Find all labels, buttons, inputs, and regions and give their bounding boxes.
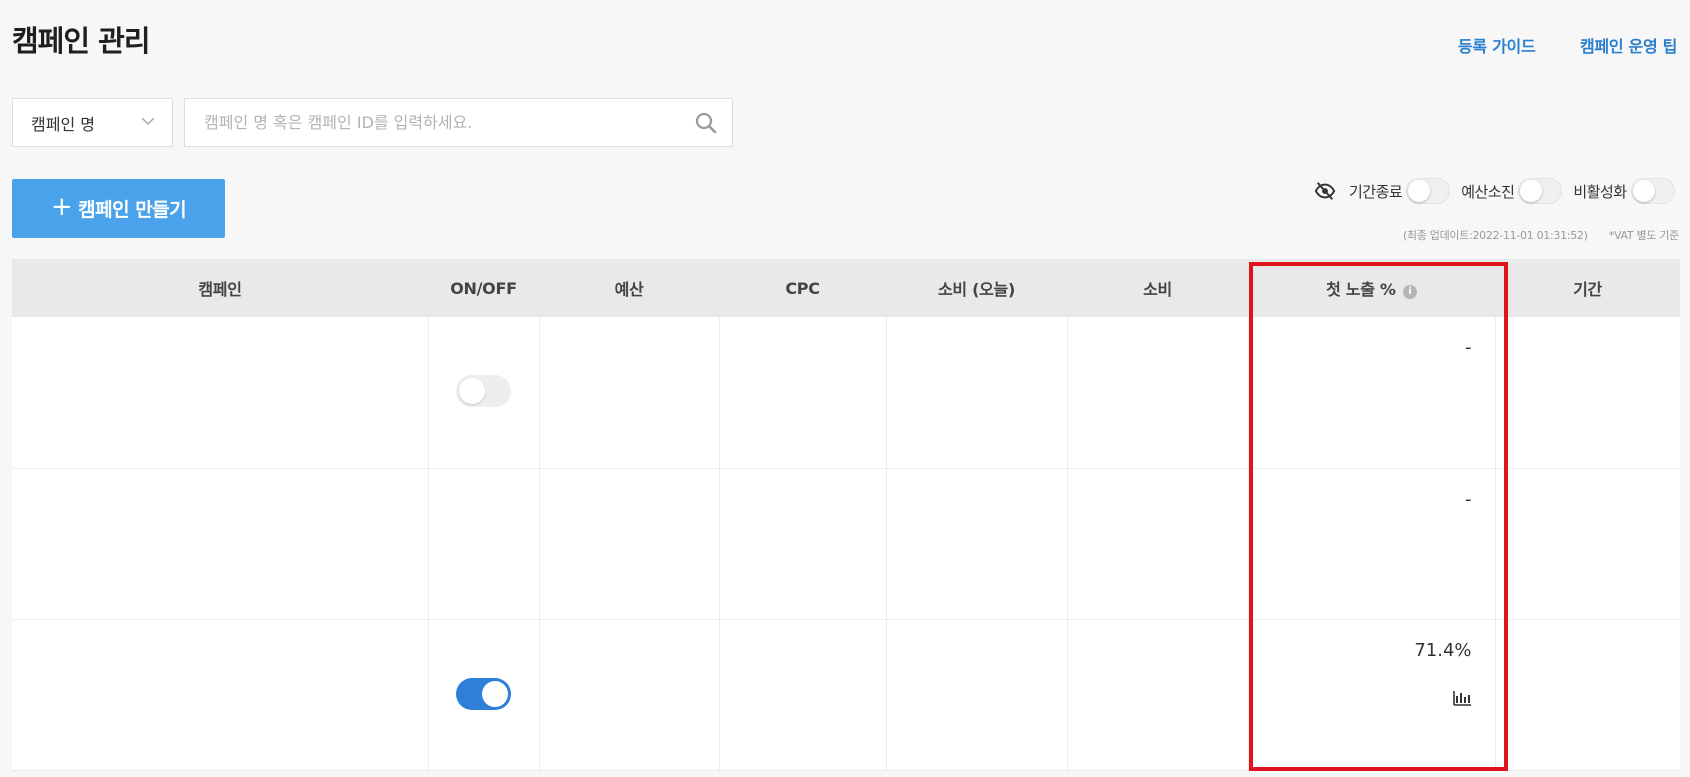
first-exposure-header-label: 첫 노출 %	[1326, 280, 1396, 299]
cell-campaign	[12, 468, 429, 620]
table-row: 71.4%	[12, 619, 1680, 771]
vat-note: *VAT 별도 기준	[1608, 229, 1679, 242]
registration-guide-link[interactable]: 등록 가이드	[1458, 33, 1536, 57]
bar-chart-icon[interactable]	[1452, 688, 1472, 708]
info-icon[interactable]: i	[1402, 285, 1417, 299]
column-header-campaign: 캠페인	[12, 259, 428, 317]
first-exposure-value: -	[1465, 337, 1472, 358]
search-filter-select[interactable]: 캠페인 명	[12, 98, 173, 147]
search-input[interactable]	[185, 99, 732, 146]
page-title: 캠페인 관리	[12, 24, 150, 58]
cell-first-exposure: 71.4%	[1248, 619, 1496, 771]
table-header-row: 캠페인 ON/OFF 예산 CPC 소비 (오늘) 소비 첫 노출 % i 기간	[12, 259, 1680, 317]
campaign-onoff-toggle[interactable]	[455, 375, 511, 407]
cell-spend	[1067, 317, 1249, 469]
column-header-cpc: CPC	[719, 259, 886, 317]
search-filter-value: 캠페인 명	[31, 114, 95, 134]
cell-spend-today	[886, 317, 1068, 469]
column-header-budget: 예산	[539, 259, 719, 317]
create-campaign-label: 캠페인 만들기	[78, 199, 187, 221]
filter-period-ended-label: 기간종료	[1349, 182, 1403, 201]
last-update-text: (최종 업데이트:2022-11-01 01:31:52)	[1402, 229, 1588, 242]
campaign-tips-link[interactable]: 캠페인 운영 팁	[1580, 33, 1677, 57]
campaign-onoff-toggle[interactable]	[455, 677, 511, 710]
status-filter-toggles: 기간종료 예산소진 비활성화	[1314, 178, 1675, 204]
cell-budget	[539, 619, 720, 771]
filter-inactive-label: 비활성화	[1573, 182, 1627, 201]
column-header-spend: 소비	[1067, 259, 1248, 317]
cell-cpc	[719, 619, 887, 771]
search-box	[184, 98, 733, 147]
filter-budget-exhausted-toggle[interactable]	[1518, 178, 1563, 204]
chevron-down-icon	[141, 117, 155, 126]
cell-cpc	[719, 317, 887, 469]
plus-icon: +	[50, 192, 73, 222]
cell-onoff	[428, 468, 540, 620]
search-icon[interactable]	[694, 111, 718, 135]
column-header-onoff: ON/OFF	[428, 259, 539, 317]
cell-campaign	[12, 619, 429, 771]
cell-campaign	[12, 317, 429, 469]
table-row: -	[12, 317, 1680, 469]
column-header-first-exposure: 첫 노출 % i	[1248, 259, 1495, 317]
cell-onoff	[428, 619, 540, 771]
update-note: (최종 업데이트:2022-11-01 01:31:52) *VAT 별도 기준	[1403, 227, 1679, 243]
cell-first-exposure: -	[1248, 468, 1496, 620]
first-exposure-value: 71.4%	[1414, 639, 1472, 661]
eye-off-icon	[1314, 182, 1336, 200]
filter-budget-exhausted-label: 예산소진	[1461, 182, 1515, 201]
cell-budget	[539, 317, 720, 469]
first-exposure-value: -	[1465, 488, 1472, 510]
cell-spend-today	[886, 619, 1068, 771]
create-campaign-button[interactable]: + 캠페인 만들기	[12, 179, 225, 238]
cell-period	[1495, 317, 1680, 469]
cell-budget	[539, 468, 720, 620]
campaign-table: 캠페인 ON/OFF 예산 CPC 소비 (오늘) 소비 첫 노출 % i 기간…	[12, 259, 1680, 771]
column-header-period: 기간	[1495, 259, 1680, 317]
table-row: -	[12, 468, 1680, 620]
column-header-spend-today: 소비 (오늘)	[886, 259, 1067, 317]
filter-inactive-toggle[interactable]	[1630, 178, 1675, 204]
cell-spend	[1067, 468, 1249, 620]
cell-onoff	[428, 317, 540, 469]
cell-cpc	[719, 468, 887, 620]
cell-spend-today	[886, 468, 1068, 620]
cell-period	[1495, 619, 1680, 771]
filter-period-ended-toggle[interactable]	[1406, 178, 1451, 204]
cell-spend	[1067, 619, 1249, 771]
cell-first-exposure: -	[1248, 317, 1496, 469]
cell-period	[1495, 468, 1680, 620]
